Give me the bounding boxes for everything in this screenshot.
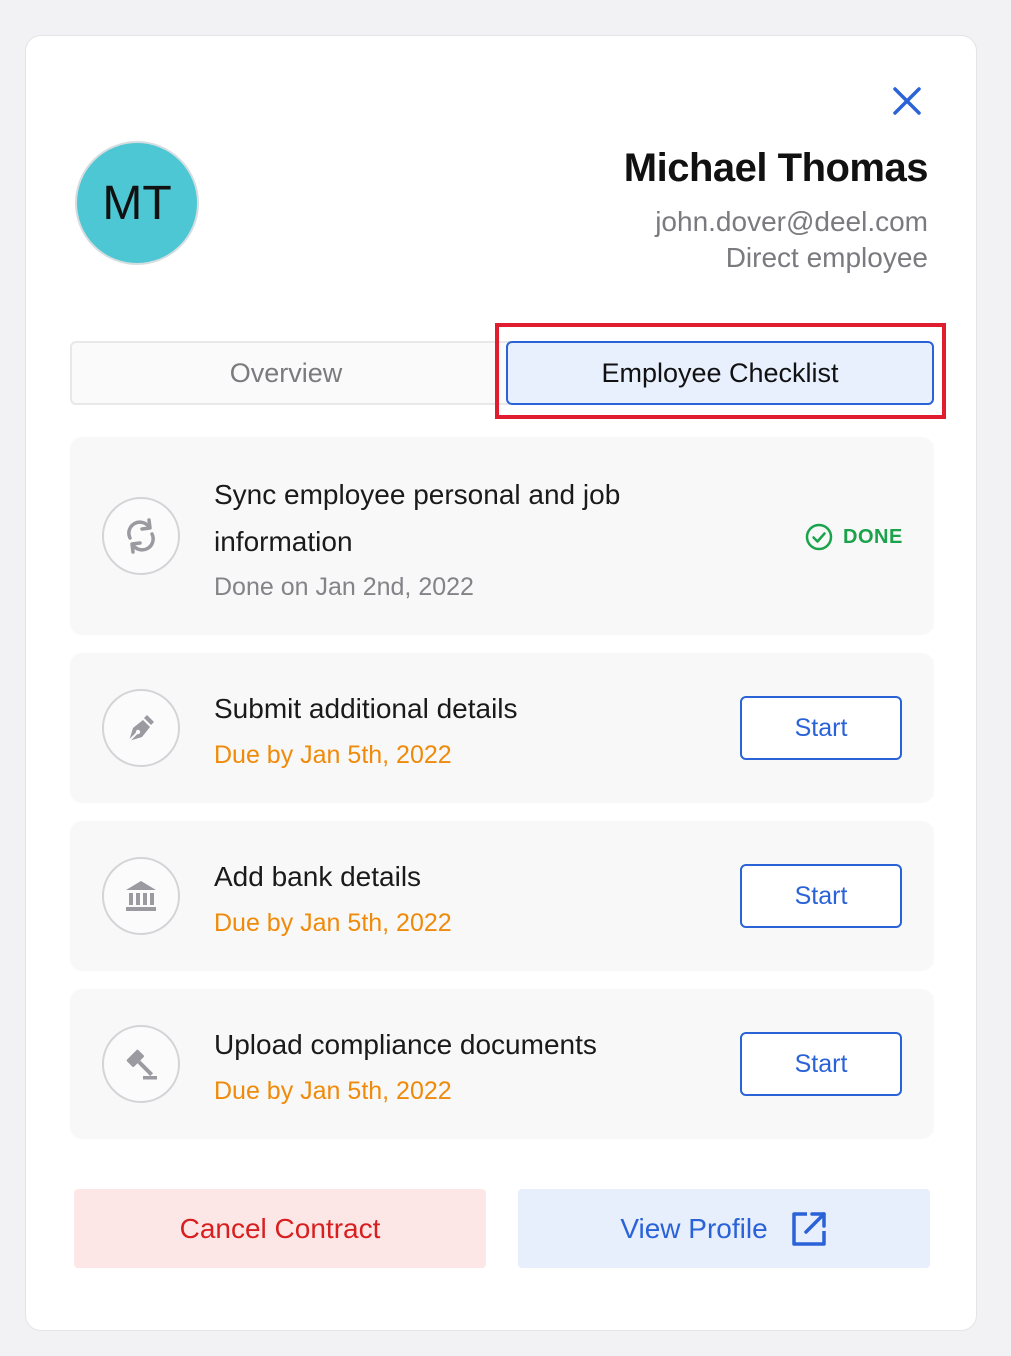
view-profile-button[interactable]: View Profile: [518, 1189, 930, 1268]
close-button[interactable]: [888, 82, 926, 120]
employee-role: Direct employee: [725, 242, 928, 273]
cancel-contract-button[interactable]: Cancel Contract: [74, 1189, 486, 1268]
view-profile-label: View Profile: [620, 1212, 768, 1244]
task-due-date: Due by Jan 5th, 2022: [214, 909, 452, 937]
task-item-sync: Sync employee personal and job informati…: [70, 437, 934, 635]
task-title: Upload compliance documents: [214, 1029, 597, 1060]
start-button[interactable]: Start: [740, 696, 902, 760]
avatar-initials: MT: [102, 176, 172, 230]
check-circle-icon: [805, 523, 833, 551]
employee-card: MT Michael Thomas john.dover@deel.com Di…: [25, 35, 977, 1331]
task-due-date: Due by Jan 5th, 2022: [214, 741, 452, 769]
status-label: DONE: [843, 525, 903, 548]
task-title: Sync employee personal and job informati…: [214, 479, 621, 557]
start-button[interactable]: Start: [740, 1032, 902, 1096]
start-button[interactable]: Start: [740, 864, 902, 928]
employee-name: Michael Thomas: [623, 146, 929, 190]
close-icon: [893, 87, 921, 115]
tab-bar: Overview Employee Checklist: [70, 341, 934, 405]
employee-email: john.dover@deel.com: [655, 206, 928, 237]
task-title: Add bank details: [214, 861, 422, 892]
status-badge: DONE: [805, 523, 903, 551]
avatar: MT: [75, 141, 199, 265]
gavel-icon: [102, 1025, 180, 1103]
task-title: Submit additional details: [214, 693, 518, 724]
task-item-bank-details: Add bank details Due by Jan 5th, 2022 St…: [70, 821, 934, 971]
bank-icon: [102, 857, 180, 935]
pen-nib-icon: [102, 689, 180, 767]
task-item-additional-details: Submit additional details Due by Jan 5th…: [70, 653, 934, 803]
task-subtitle: Done on Jan 2nd, 2022: [214, 573, 474, 601]
tab-employee-checklist[interactable]: Employee Checklist: [506, 341, 934, 405]
sync-icon: [102, 497, 180, 575]
external-link-icon: [791, 1211, 826, 1246]
task-due-date: Due by Jan 5th, 2022: [214, 1077, 452, 1105]
tab-overview[interactable]: Overview: [72, 343, 500, 403]
task-item-compliance-documents: Upload compliance documents Due by Jan 5…: [70, 989, 934, 1139]
